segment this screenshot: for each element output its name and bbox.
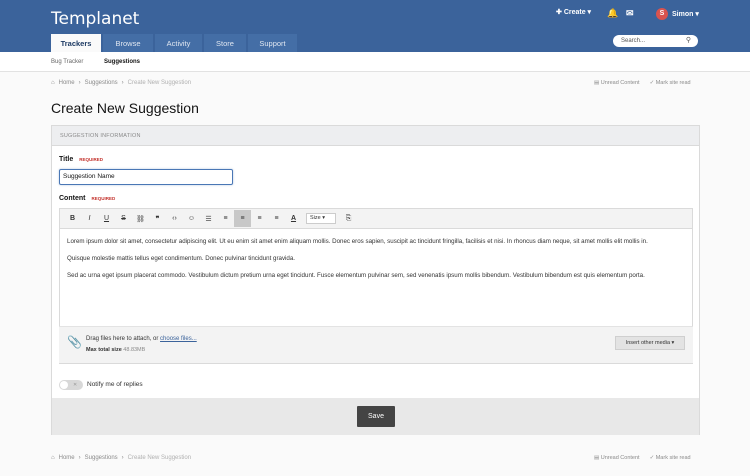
mark-read-link[interactable]: ✓ Mark site read: [650, 80, 691, 86]
mark-read-label: Mark site read: [655, 80, 691, 86]
chevron-down-icon: ▾: [693, 11, 699, 18]
bell-icon[interactable]: 🔔: [607, 8, 618, 19]
breadcrumb-separator: ›: [78, 455, 81, 461]
subnav-bug-tracker[interactable]: Bug Tracker: [51, 59, 83, 65]
bullet-list-icon[interactable]: ☰: [200, 210, 217, 227]
attach-instructions: Drag files here to attach, or: [86, 336, 161, 342]
title-label-text: Title: [59, 156, 74, 163]
site-logo[interactable]: Templanet: [51, 9, 139, 29]
size-label: Size: [310, 215, 321, 221]
breadcrumb-current: Create New Suggestion: [127, 455, 192, 461]
notify-toggle[interactable]: ✕: [59, 380, 83, 390]
breadcrumb-home[interactable]: Home: [59, 455, 75, 461]
paragraph: Lorem ipsum dolor sit amet, consectetur …: [67, 238, 648, 245]
code-icon[interactable]: ‹›: [166, 210, 183, 227]
user-menu[interactable]: S Simon ▾: [656, 8, 699, 20]
breadcrumb-separator: ›: [121, 455, 124, 461]
tab-store[interactable]: Store: [204, 34, 246, 52]
paperclip-icon: 📎: [67, 335, 82, 349]
create-menu[interactable]: ✚ Create ▾: [556, 8, 592, 17]
smiley-icon[interactable]: ☺: [183, 210, 200, 227]
title-label: Title REQUIRED: [59, 156, 103, 163]
editor-toolbar: B I U S ⛓ ❞ ‹› ☺ ☰ ≡ ≡ ≡ ≡ A Size ▾ ⎘: [60, 209, 692, 229]
content-label-text: Content: [59, 195, 86, 202]
suggestion-form: SUGGESTION INFORMATION Title REQUIRED Sug…: [51, 125, 700, 435]
breadcrumb-suggestions[interactable]: Suggestions: [85, 80, 118, 86]
search-input[interactable]: Search... ⚲: [613, 35, 698, 47]
insert-media-button[interactable]: Insert other media ▾: [615, 336, 685, 350]
site-header: Templanet ✚ Create ▾ 🔔 ✉ S Simon ▾ Track…: [0, 0, 750, 52]
toggle-knob: [60, 381, 68, 389]
tab-activity[interactable]: Activity: [155, 34, 202, 52]
unread-content-link[interactable]: ▤ Unread Content: [594, 455, 640, 461]
breadcrumb-separator: ›: [78, 80, 81, 86]
top-links: ▤ Unread Content ✓ Mark site read: [594, 80, 691, 86]
search-icon[interactable]: ⚲: [686, 35, 691, 47]
paragraph: Sed ac urna eget ipsum placerat commodo.…: [67, 272, 645, 279]
attach-text: Drag files here to attach, or choose fil…: [86, 336, 197, 342]
breadcrumb-suggestions[interactable]: Suggestions: [85, 455, 118, 461]
bottom-links: ▤ Unread Content ✓ Mark site read: [594, 455, 691, 461]
link-icon[interactable]: ⛓: [132, 210, 149, 227]
page-title: Create New Suggestion: [51, 100, 199, 116]
breadcrumb: ⌂ Home › Suggestions › Create New Sugges…: [51, 80, 191, 86]
home-icon: ⌂: [51, 455, 55, 461]
italic-icon[interactable]: I: [81, 210, 98, 227]
panel-header: SUGGESTION INFORMATION: [52, 126, 699, 146]
breadcrumb: ⌂ Home › Suggestions › Create New Sugges…: [51, 455, 191, 461]
max-size-label: Max total size: [86, 347, 122, 353]
search-placeholder: Search...: [621, 38, 646, 44]
align-center-icon[interactable]: ≡: [251, 210, 268, 227]
title-input[interactable]: Suggestion Name: [59, 169, 233, 185]
align-left-icon[interactable]: ≡: [234, 210, 251, 227]
tab-trackers[interactable]: Trackers: [51, 34, 101, 52]
text-color-icon[interactable]: A: [285, 210, 302, 227]
max-size-value: 48.83MB: [123, 347, 146, 353]
align-right-icon[interactable]: ≡: [268, 210, 285, 227]
form-footer: Save: [52, 398, 699, 435]
quote-icon[interactable]: ❞: [149, 210, 166, 227]
subnav-suggestions[interactable]: Suggestions: [104, 59, 140, 65]
breadcrumb-home[interactable]: Home: [59, 80, 75, 86]
tab-support[interactable]: Support: [248, 34, 297, 52]
underline-icon[interactable]: U: [98, 210, 115, 227]
create-label: Create: [563, 8, 586, 16]
chevron-down-icon: ▾: [585, 9, 592, 16]
font-size-select[interactable]: Size ▾: [306, 213, 336, 224]
sub-navigation: Bug Tracker Suggestions: [0, 52, 750, 72]
close-icon: ✕: [73, 382, 78, 388]
numbered-list-icon[interactable]: ≡: [217, 210, 234, 227]
tab-browse[interactable]: Browse: [103, 34, 153, 52]
required-badge: REQUIRED: [79, 156, 104, 162]
breadcrumb-current: Create New Suggestion: [127, 80, 192, 86]
envelope-icon[interactable]: ✉: [626, 8, 634, 19]
choose-files-link[interactable]: choose files...: [160, 336, 197, 342]
mark-read-link[interactable]: ✓ Mark site read: [650, 455, 691, 461]
source-icon[interactable]: ⎘: [340, 210, 357, 227]
mark-read-label: Mark site read: [655, 455, 691, 461]
max-size: Max total size 48.83MB: [86, 347, 145, 353]
avatar: S: [656, 8, 668, 20]
plus-icon: ✚: [556, 9, 564, 16]
notify-label: Notify me of replies: [87, 381, 143, 388]
paragraph: Quisque molestie mattis tellus eget cond…: [67, 255, 296, 262]
user-name: Simon: [672, 10, 694, 18]
bold-icon[interactable]: B: [64, 210, 81, 227]
home-icon: ⌂: [51, 80, 55, 86]
strikethrough-icon[interactable]: S: [115, 210, 132, 227]
editor-content[interactable]: Lorem ipsum dolor sit amet, consectetur …: [60, 229, 692, 296]
required-badge: REQUIRED: [91, 195, 116, 201]
attachment-area[interactable]: 📎 Drag files here to attach, or choose f…: [59, 326, 693, 363]
breadcrumb-separator: ›: [121, 80, 124, 86]
content-label: Content REQUIRED: [59, 195, 115, 202]
unread-content-link[interactable]: ▤ Unread Content: [594, 80, 640, 86]
unread-label: Unread Content: [600, 455, 640, 461]
unread-label: Unread Content: [600, 80, 640, 86]
save-button[interactable]: Save: [357, 406, 395, 427]
